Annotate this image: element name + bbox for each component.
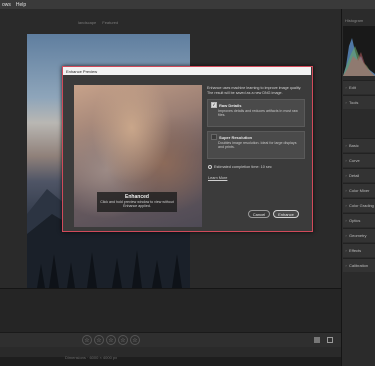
- right-panel-section-label: Edit: [349, 85, 356, 90]
- right-panel-section[interactable]: › Calibration: [343, 258, 375, 272]
- compare-view-icon[interactable]: [327, 337, 333, 343]
- photo-info-header: landscape Featured: [78, 20, 118, 25]
- right-panel-section[interactable]: › Color Mixer: [343, 183, 375, 197]
- histogram-label: Histogram: [345, 18, 364, 23]
- bottom-toolbar: [0, 332, 341, 347]
- right-panel-section[interactable]: › Detail: [343, 168, 375, 182]
- right-panel-section-label: Color Mixer: [349, 188, 370, 193]
- clock-icon: [208, 165, 212, 169]
- dialog-title: Enhance Preview: [63, 67, 311, 75]
- right-panel-section-label: Detail: [349, 173, 360, 178]
- cancel-button[interactable]: Cancel: [248, 210, 270, 218]
- menubar: ows Help: [0, 0, 375, 9]
- star-icon[interactable]: ☆: [118, 335, 128, 345]
- raw-details-option[interactable]: ✓ Raw Details Improves details and reduc…: [207, 99, 305, 127]
- raw-details-desc: Improves details and reduces artifacts i…: [218, 109, 298, 118]
- right-panel-section-label: Color Grading: [349, 203, 374, 208]
- preview-overlay-desc: Click and hold preview window to view wi…: [100, 200, 174, 209]
- right-panel-section-label: Basic: [349, 143, 359, 148]
- right-panel-section-label: Calibration: [349, 263, 369, 268]
- right-panel-section[interactable]: › Geometry: [343, 228, 375, 242]
- star-icon[interactable]: ☆: [94, 335, 104, 345]
- enhance-description: Enhance uses machine learning to improve…: [207, 86, 302, 95]
- histogram: [343, 26, 375, 76]
- right-panel-section[interactable]: › Curve: [343, 153, 375, 167]
- super-resolution-label: Super Resolution: [219, 134, 253, 140]
- estimated-time-text: Estimated completion time: 10 sec: [214, 165, 272, 169]
- photo-info-left: landscape: [78, 20, 97, 25]
- right-panel-section[interactable]: › Color Grading: [343, 198, 375, 212]
- bottom-info-text: Dimensions · 6000 × 4000 px: [65, 355, 118, 360]
- right-panel-section[interactable]: › Effects: [343, 243, 375, 257]
- right-panel-section[interactable]: › Optics: [343, 213, 375, 227]
- menu-item-windows[interactable]: ows: [0, 2, 14, 8]
- star-icon[interactable]: ☆: [82, 335, 92, 345]
- super-resolution-desc: Doubles image resolution. Ideal for larg…: [218, 141, 297, 150]
- right-panel-section-label: Geometry: [349, 233, 367, 238]
- right-panel-section[interactable]: › Basic: [343, 138, 375, 152]
- estimated-time: Estimated completion time: 10 sec: [208, 165, 272, 169]
- star-icon[interactable]: ☆: [106, 335, 116, 345]
- right-panel-section[interactable]: › Tools: [343, 95, 375, 109]
- rating-stars: ☆ ☆ ☆ ☆ ☆: [82, 335, 140, 345]
- enhance-button[interactable]: Enhance: [273, 210, 299, 218]
- filmstrip: [0, 288, 341, 333]
- checkbox-icon[interactable]: ✓: [211, 102, 217, 108]
- preview-overlay: Enhanced Click and hold preview window t…: [97, 192, 177, 212]
- checkbox-icon[interactable]: ✓: [211, 134, 217, 140]
- super-resolution-option[interactable]: ✓ Super Resolution Doubles image resolut…: [207, 131, 305, 159]
- raw-details-label: Raw Details: [219, 102, 242, 108]
- right-panel-section-label: Curve: [349, 158, 360, 163]
- right-panel-section[interactable]: › Edit: [343, 80, 375, 94]
- grid-view-icon[interactable]: [314, 337, 320, 343]
- star-icon[interactable]: ☆: [130, 335, 140, 345]
- right-panel-section-label: Effects: [349, 248, 362, 253]
- photo-info-right: Featured: [102, 20, 119, 25]
- right-panel-section-label: Tools: [349, 100, 359, 105]
- learn-more-link[interactable]: Learn More: [208, 176, 227, 180]
- menu-item-help[interactable]: Help: [14, 2, 29, 8]
- right-panel-section-label: Optics: [349, 218, 361, 223]
